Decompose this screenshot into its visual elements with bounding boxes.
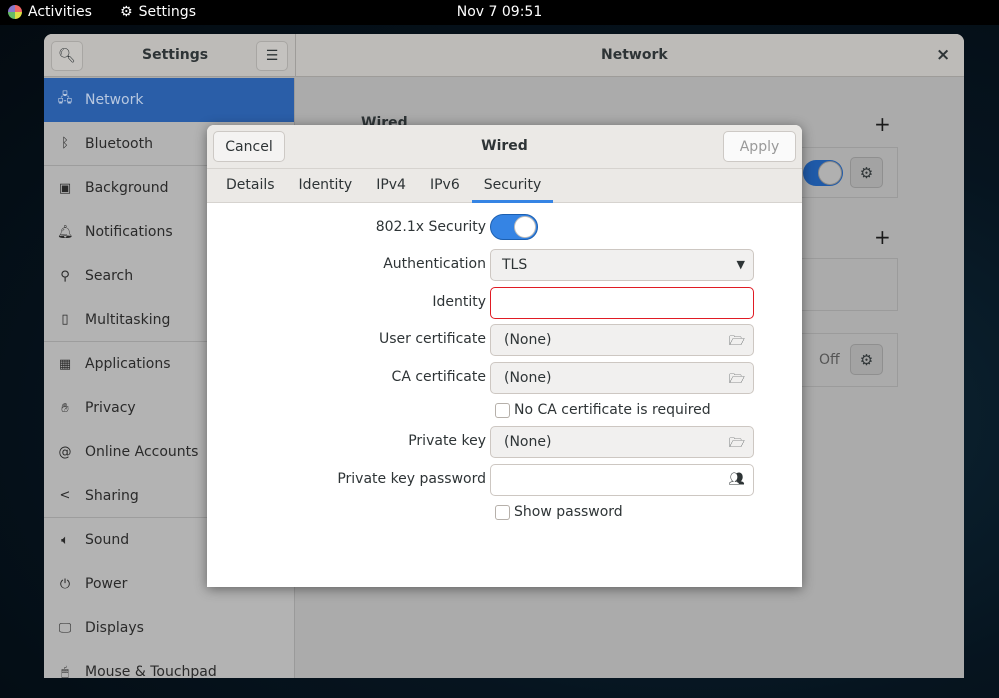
sidebar-item-label: Privacy (85, 400, 136, 416)
identity-label: Identity (432, 294, 486, 310)
private-key-label: Private key (408, 433, 486, 449)
authentication-dropdown[interactable]: TLS ▼ (490, 249, 754, 281)
gear-icon: ⚙ (859, 350, 874, 369)
ca-certificate-chooser[interactable]: (None) 🗁 (490, 362, 754, 394)
sidebar-item-label: Online Accounts (85, 444, 199, 460)
user-certificate-chooser[interactable]: (None) 🗁 (490, 324, 754, 356)
hamburger-icon: ☰ (265, 48, 279, 64)
private-key-value: (None) (504, 434, 552, 450)
sidebar-item-label: Search (85, 268, 134, 284)
wired-dialog: Cancel Wired Apply Details Identity IPv4… (207, 125, 802, 587)
private-key-chooser[interactable]: (None) 🗁 (490, 426, 754, 458)
no-ca-label: No CA certificate is required (514, 402, 711, 418)
sidebar-item-label: Power (85, 576, 128, 592)
background-icon: ▣ (58, 180, 72, 196)
tab-details[interactable]: Details (214, 169, 287, 202)
power-icon: ⏻ (59, 576, 71, 592)
cancel-button[interactable]: Cancel (213, 131, 285, 162)
at-icon: @ (58, 444, 72, 460)
sidebar-item-label: Sharing (85, 487, 139, 504)
dialog-tabs: Details Identity IPv4 IPv6 Security (207, 169, 802, 203)
sidebar-item-label: Displays (85, 620, 144, 636)
sidebar-item-label: Bluetooth (85, 135, 153, 152)
authentication-value: TLS (502, 257, 528, 273)
sidebar-item-label: Mouse & Touchpad (85, 664, 217, 678)
app-menu-label: Settings (138, 4, 196, 20)
user-certificate-value: (None) (504, 332, 552, 348)
bell-icon: 🔔︎ (57, 224, 74, 240)
wired-settings-button[interactable]: ⚙ (850, 157, 883, 188)
activities-label: Activities (28, 4, 92, 20)
wired-toggle[interactable] (803, 160, 843, 186)
private-key-password-label: Private key password (337, 471, 486, 487)
file-chooser-icon: 🗁 (728, 334, 745, 349)
bluetooth-icon: ᛒ (61, 136, 69, 151)
applications-icon: ▦ (58, 356, 72, 372)
speaker-icon: 🔈︎ (61, 532, 69, 548)
authentication-label: Authentication (383, 256, 486, 272)
sidebar-item-label: Notifications (85, 224, 173, 240)
tab-security[interactable]: Security (471, 169, 554, 203)
distro-logo-icon (8, 5, 22, 19)
show-password-label: Show password (514, 504, 623, 520)
sidebar-item-label: Multitasking (85, 311, 171, 328)
close-button[interactable]: × (936, 45, 950, 65)
add-vpn-button[interactable]: + (874, 225, 891, 249)
checkbox-box (495, 504, 510, 520)
identity-input[interactable] (490, 287, 754, 319)
sidebar-item-displays[interactable]: 🖵 Displays (44, 606, 294, 650)
users-icon[interactable]: 👥︎ (728, 472, 745, 487)
mouse-icon: 🖱︎ (61, 664, 69, 679)
app-menu[interactable]: ⚙ Settings (120, 4, 196, 20)
network-icon: 🖧 (57, 91, 73, 106)
apply-button[interactable]: Apply (723, 131, 796, 162)
menu-button[interactable]: ☰ (256, 41, 288, 71)
add-wired-button[interactable]: + (874, 112, 891, 136)
security-toggle[interactable] (490, 214, 538, 240)
show-password-checkbox[interactable]: Show password (495, 504, 623, 520)
tab-ipv4[interactable]: IPv4 (364, 169, 418, 202)
dialog-title: Wired (481, 138, 528, 154)
security-label: 802.1x Security (375, 219, 486, 235)
sidebar-item-label: Network (85, 92, 144, 108)
header-bar: 🔍︎ Settings ☰ Network × (44, 34, 964, 77)
gear-icon: ⚙ (120, 4, 133, 20)
gear-icon: ⚙ (859, 163, 874, 182)
private-key-password-input[interactable]: 👥︎ (490, 464, 754, 496)
content-title: Network (601, 47, 668, 63)
activities-button[interactable]: Activities (8, 4, 92, 20)
multitasking-icon: ▯ (61, 312, 69, 327)
sidebar-item-mouse-touchpad[interactable]: 🖱︎ Mouse & Touchpad (44, 650, 294, 678)
no-ca-checkbox[interactable]: No CA certificate is required (495, 402, 711, 418)
sidebar-item-label: Background (85, 180, 169, 196)
sidebar-title: Settings (142, 47, 209, 63)
ca-certificate-value: (None) (504, 370, 552, 386)
proxy-status: Off (819, 352, 840, 368)
sidebar-item-label: Applications (85, 356, 171, 372)
search-icon: 🔍︎ (58, 48, 76, 64)
sidebar-item-network[interactable]: 🖧 Network (44, 78, 294, 122)
proxy-settings-button[interactable]: ⚙ (850, 344, 883, 375)
tab-ipv6[interactable]: IPv6 (418, 169, 472, 202)
sidebar-item-label: Sound (85, 532, 130, 548)
share-icon: < (59, 488, 71, 503)
file-chooser-icon: 🗁 (728, 372, 745, 387)
chevron-down-icon: ▼ (736, 258, 745, 271)
search-button[interactable]: 🔍︎ (51, 41, 83, 71)
checkbox-box (495, 402, 510, 418)
dialog-header: Cancel Wired Apply (207, 125, 802, 169)
search-icon: ⚲ (60, 268, 70, 284)
hand-icon: ✋︎ (61, 400, 69, 416)
file-chooser-icon: 🗁 (728, 436, 745, 451)
display-icon: 🖵 (58, 620, 72, 636)
tab-identity[interactable]: Identity (287, 169, 365, 202)
top-bar: Activities ⚙ Settings Nov 7 09:51 (0, 0, 999, 25)
ca-certificate-label: CA certificate (391, 369, 486, 385)
user-certificate-label: User certificate (378, 331, 486, 347)
